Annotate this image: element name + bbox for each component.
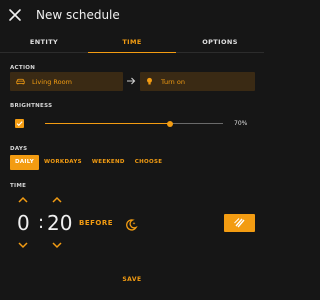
brightness-slider[interactable]: [45, 120, 223, 127]
tab-entity[interactable]: ENTITY: [0, 33, 88, 52]
time-mode-icon: [234, 218, 245, 228]
page-title: New schedule: [36, 8, 120, 22]
days-section-label: DAYS: [10, 146, 28, 152]
time-section-label: TIME: [10, 183, 27, 189]
hours-value[interactable]: 0: [17, 211, 30, 235]
brightness-section-label: BRIGHTNESS: [10, 103, 53, 109]
day-option-weekend[interactable]: WEEKEND: [87, 155, 130, 170]
time-mode-button[interactable]: [224, 214, 255, 232]
service-label: Turn on: [161, 77, 185, 86]
minute-down-chevron-icon[interactable]: [52, 242, 62, 249]
arrow-right-icon: [127, 77, 136, 85]
moon-sunset-icon[interactable]: [124, 218, 138, 232]
brightness-checkbox[interactable]: [15, 119, 24, 128]
header: New schedule: [0, 0, 264, 32]
days-selector: DAILY WORKDAYS WEEKEND CHOOSE: [10, 155, 167, 170]
day-option-choose[interactable]: CHOOSE: [130, 155, 168, 170]
time-separator: :: [38, 212, 45, 233]
sofa-icon: [16, 78, 25, 85]
minute-up-chevron-icon[interactable]: [52, 196, 62, 203]
brightness-slider-thumb[interactable]: [166, 120, 173, 127]
day-option-daily[interactable]: DAILY: [10, 155, 39, 170]
day-option-workdays[interactable]: WORKDAYS: [39, 155, 87, 170]
hour-down-chevron-icon[interactable]: [18, 242, 28, 249]
check-icon: [16, 121, 23, 127]
tab-bar: ENTITY TIME OPTIONS: [0, 33, 264, 53]
tab-options[interactable]: OPTIONS: [176, 33, 264, 52]
action-section-label: ACTION: [10, 65, 36, 71]
lightbulb-icon: [147, 77, 152, 85]
brightness-value: 70%: [234, 120, 248, 127]
save-button[interactable]: SAVE: [0, 276, 264, 283]
time-relation-button[interactable]: BEFORE: [79, 219, 113, 227]
minutes-value[interactable]: 20: [47, 211, 72, 235]
entity-label: Living Room: [32, 77, 72, 86]
brightness-slider-fill: [45, 123, 170, 124]
service-select[interactable]: Turn on: [140, 72, 255, 91]
entity-select[interactable]: Living Room: [10, 72, 123, 91]
hour-up-chevron-icon[interactable]: [18, 196, 28, 203]
tab-time[interactable]: TIME: [88, 33, 176, 53]
close-icon[interactable]: [8, 8, 22, 22]
